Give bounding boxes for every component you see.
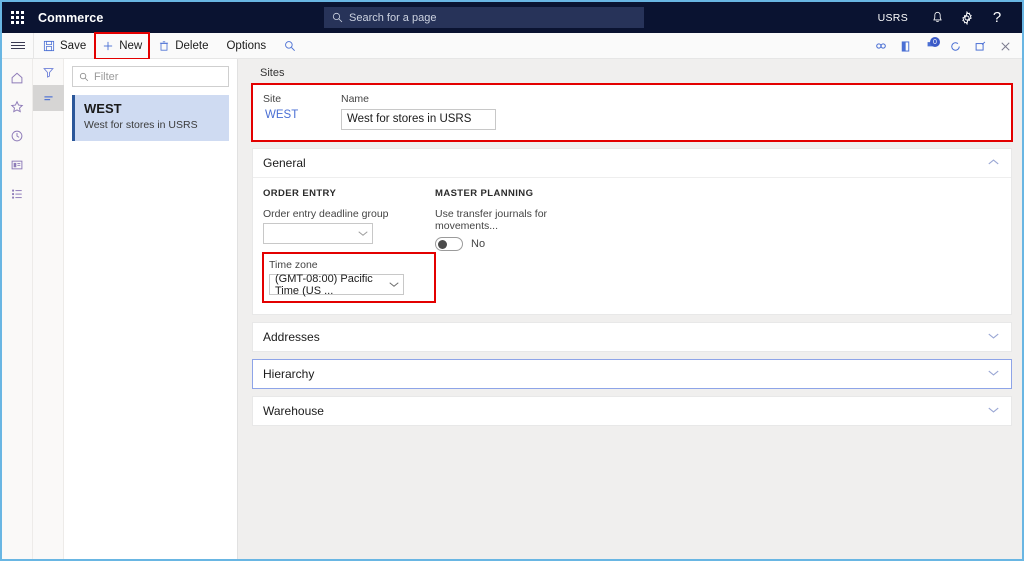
transfer-journals-label: Use transfer journals for movements... <box>435 208 548 232</box>
refresh-icon[interactable] <box>943 33 968 59</box>
modules-list-icon[interactable] <box>2 179 33 208</box>
left-navigation-rail <box>2 59 33 559</box>
save-label: Save <box>60 39 87 52</box>
chevron-down-icon[interactable] <box>988 369 999 380</box>
company-selector[interactable]: USRS <box>864 12 922 24</box>
notification-flag-icon[interactable]: 0 <box>918 33 943 59</box>
toolbar-search-button[interactable] <box>275 33 305 59</box>
time-zone-field: Time zone (GMT-08:00) Pacific Time (US .… <box>262 252 436 303</box>
waffle-grid-icon[interactable] <box>2 2 32 33</box>
group-master-planning: MASTER PLANNING Use transfer journals fo… <box>435 188 607 302</box>
save-button[interactable]: Save <box>34 33 95 59</box>
close-icon[interactable] <box>993 33 1018 59</box>
list-scrollbar-track[interactable] <box>230 59 237 559</box>
group-master-planning-title: MASTER PLANNING <box>435 188 534 199</box>
filter-input[interactable]: Filter <box>72 66 229 87</box>
list-item[interactable]: WEST West for stores in USRS <box>72 95 229 141</box>
favorites-star-icon[interactable] <box>2 92 33 121</box>
time-zone-select[interactable]: (GMT-08:00) Pacific Time (US ... <box>269 272 404 297</box>
trash-icon <box>160 40 169 51</box>
save-disk-icon <box>43 40 55 51</box>
time-zone-label: Time zone <box>269 259 318 271</box>
site-field: Site WEST <box>263 93 341 130</box>
section-general-title: General <box>263 156 306 170</box>
new-button[interactable]: New <box>94 31 151 60</box>
open-in-new-icon[interactable] <box>968 33 993 59</box>
notification-count-badge: 0 <box>930 37 940 47</box>
list-item-title: WEST <box>84 101 122 116</box>
transfer-journals-toggle-value: No <box>471 238 486 250</box>
section-addresses: Addresses <box>252 322 1012 352</box>
hamburger-menu-icon[interactable] <box>2 33 33 59</box>
top-navigation-bar: Commerce Search for a page USRS ? <box>2 2 1022 33</box>
notifications-bell-icon[interactable] <box>922 2 952 33</box>
toggle-knob-icon <box>438 240 447 249</box>
search-icon <box>79 72 89 81</box>
office-app-icon[interactable] <box>893 33 918 59</box>
help-question-icon[interactable]: ? <box>982 2 1012 33</box>
new-label: New <box>119 39 143 52</box>
search-icon <box>285 40 296 51</box>
section-warehouse: Warehouse <box>252 396 1012 426</box>
chevron-down-icon[interactable] <box>988 332 999 343</box>
action-pane-right-icons: 0 <box>868 33 1018 59</box>
recent-clock-icon[interactable] <box>2 121 33 150</box>
site-header-card: Site WEST Name West for stores in USRS <box>251 83 1013 142</box>
app-window: Commerce Search for a page USRS ? Save N… <box>0 0 1024 561</box>
group-order-entry-title: ORDER ENTRY <box>263 188 337 199</box>
filter-funnel-icon[interactable] <box>33 59 64 85</box>
settings-gear-icon[interactable] <box>952 2 982 33</box>
records-list-body: Filter WEST West for stores in USRS <box>64 59 237 559</box>
section-addresses-header[interactable]: Addresses <box>253 323 1011 351</box>
delete-label: Delete <box>175 39 209 52</box>
section-general-header[interactable]: General <box>253 149 1011 177</box>
section-warehouse-header[interactable]: Warehouse <box>253 397 1011 425</box>
name-field: Name West for stores in USRS <box>341 93 501 130</box>
chevron-down-icon <box>358 228 368 240</box>
plus-icon <box>104 41 113 50</box>
section-hierarchy-header[interactable]: Hierarchy <box>253 360 1011 388</box>
link-share-icon[interactable] <box>868 33 893 59</box>
list-item-subtitle: West for stores in USRS <box>84 119 198 131</box>
name-input[interactable]: West for stores in USRS <box>341 109 496 130</box>
app-brand-title: Commerce <box>38 10 104 25</box>
records-list-pane: Filter WEST West for stores in USRS <box>32 59 238 559</box>
chevron-down-icon <box>389 279 399 291</box>
group-order-entry: ORDER ENTRY Order entry deadline group T… <box>262 188 436 303</box>
transfer-journals-toggle[interactable] <box>435 237 463 251</box>
time-zone-value: (GMT-08:00) Pacific Time (US ... <box>275 272 373 297</box>
chevron-up-icon[interactable] <box>988 158 999 169</box>
home-icon[interactable] <box>2 63 33 92</box>
action-pane-toolbar: Save New Delete Options 0 <box>2 31 1022 60</box>
transfer-journals-toggle-row: No <box>435 237 607 251</box>
search-icon <box>332 12 343 23</box>
section-warehouse-title: Warehouse <box>263 404 324 418</box>
filter-placeholder: Filter <box>94 70 119 83</box>
chevron-down-icon[interactable] <box>988 406 999 417</box>
global-search-placeholder: Search for a page <box>349 11 437 24</box>
site-field-label: Site <box>263 93 282 105</box>
order-entry-deadline-group-select[interactable] <box>263 223 373 244</box>
section-addresses-title: Addresses <box>263 330 320 344</box>
order-entry-deadline-group-label: Order entry deadline group <box>263 208 389 220</box>
page-title: Sites <box>260 67 285 79</box>
options-label: Options <box>226 39 267 52</box>
site-field-value-link[interactable]: WEST <box>263 109 341 121</box>
list-lines-icon[interactable] <box>32 85 64 111</box>
options-button[interactable]: Options <box>217 33 275 59</box>
topbar-right-actions: USRS ? <box>864 2 1012 33</box>
list-pane-icon-column <box>32 59 64 559</box>
section-hierarchy: Hierarchy <box>252 359 1012 389</box>
workspace-card-icon[interactable] <box>2 150 33 179</box>
delete-button[interactable]: Delete <box>149 33 217 59</box>
name-field-label: Name <box>341 93 370 105</box>
main-content-area: Sites Site WEST Name West for stores in … <box>238 59 1022 559</box>
section-general-body: ORDER ENTRY Order entry deadline group T… <box>253 177 1011 314</box>
section-general: General ORDER ENTRY Order entry deadline… <box>252 148 1012 315</box>
global-search-input[interactable]: Search for a page <box>324 7 644 28</box>
section-hierarchy-title: Hierarchy <box>263 367 315 381</box>
